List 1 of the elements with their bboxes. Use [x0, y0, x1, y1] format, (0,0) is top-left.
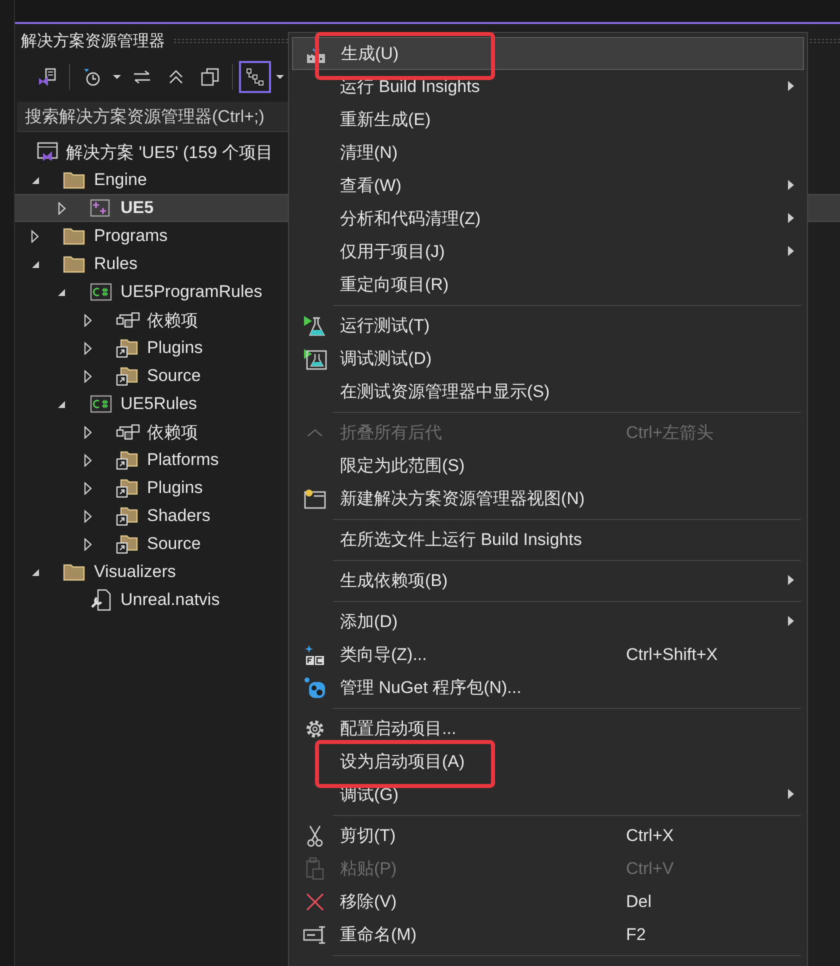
- panel-title: 解决方案资源管理器: [21, 31, 165, 52]
